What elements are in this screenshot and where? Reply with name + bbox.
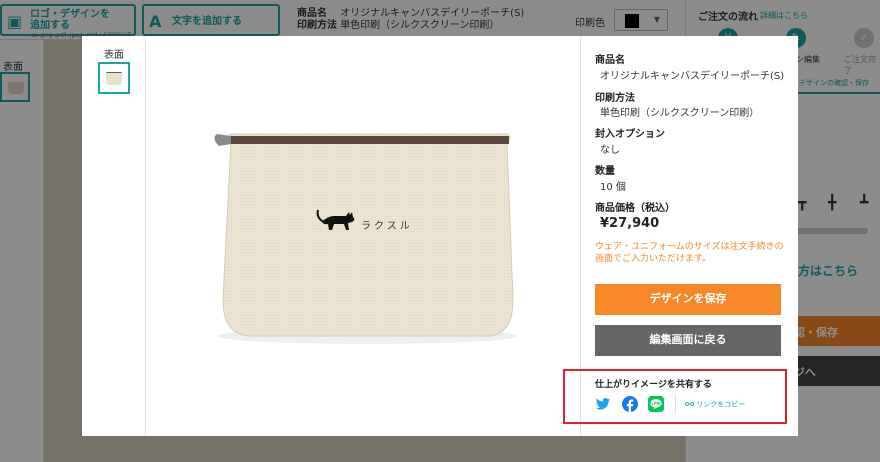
save-design-button[interactable]: デザインを保存 — [595, 284, 781, 315]
copy-link-button[interactable]: ⚯ リンクをコピー — [685, 398, 745, 411]
insert-option-label: 封入オプション — [595, 129, 665, 140]
print-method-value: 単色印刷（シルクスクリーン印刷） — [600, 108, 760, 119]
uniform-size-note: ウェア・ユニフォームのサイズは注文手続きの画面でご入力いただけます。 — [595, 242, 784, 264]
preview-modal: 表面 ラクスル 商品名 オリジナルキャンバスデイリーポーチ(S) 印刷方法 単色… — [82, 36, 798, 436]
modal-face-panel: 表面 — [82, 36, 146, 436]
copy-link-label: リンクをコピー — [696, 400, 746, 409]
pouch-image: ラクスル — [214, 133, 517, 344]
pouch-logo-text: ラクスル — [361, 220, 413, 232]
quantity-label: 数量 — [595, 166, 615, 177]
facebook-icon[interactable] — [622, 396, 638, 412]
zipper-pull-icon — [214, 134, 231, 146]
share-title: 仕上がりイメージを共有する — [595, 380, 712, 390]
back-to-editor-button[interactable]: 編集画面に戻る — [595, 325, 781, 356]
product-name-label: 商品名 — [595, 55, 625, 66]
quantity-value: 10 個 — [600, 182, 626, 193]
insert-option-value: なし — [600, 145, 620, 156]
product-preview: ラクスル — [147, 36, 579, 436]
price-value: ¥27,940 — [600, 216, 660, 231]
price-label: 商品価格（税込） — [595, 203, 675, 214]
link-icon: ⚯ — [685, 398, 695, 411]
print-method-label: 印刷方法 — [595, 93, 635, 104]
twitter-icon[interactable] — [595, 396, 611, 412]
share-separator — [675, 395, 676, 413]
modal-face-label: 表面 — [104, 50, 124, 61]
line-icon[interactable]: LINE — [648, 396, 664, 412]
product-name-value: オリジナルキャンバスデイリーポーチ(S) — [600, 71, 785, 82]
svg-text:LINE: LINE — [651, 402, 661, 406]
modal-face-thumbnail[interactable] — [98, 62, 130, 94]
